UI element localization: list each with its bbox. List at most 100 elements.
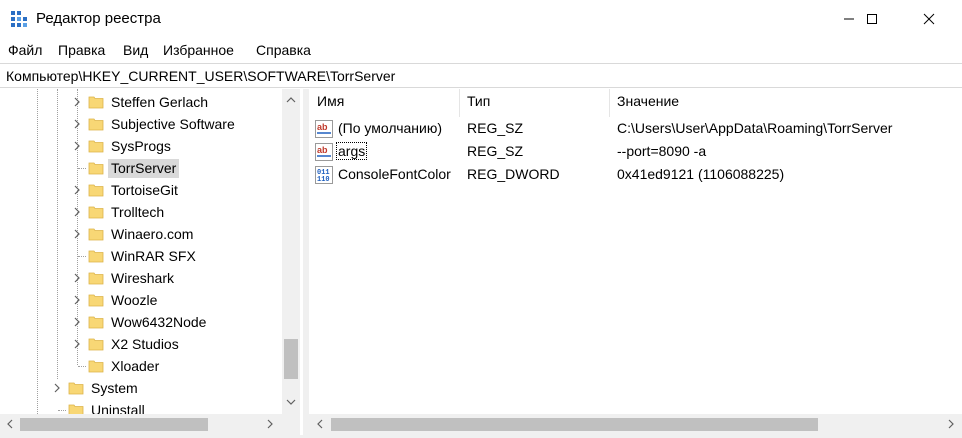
tree-connector	[78, 168, 86, 169]
folder-icon	[88, 360, 104, 373]
chevron-right-icon[interactable]	[72, 316, 82, 328]
value-row[interactable]: 011 110 ConsoleFontColor REG_DWORD 0x41e…	[309, 164, 962, 187]
tree-item[interactable]: TortoiseGit	[0, 179, 282, 201]
tree-item[interactable]: WinRAR SFX	[0, 245, 282, 267]
column-header-data[interactable]: Значение	[617, 93, 679, 117]
menu-favorites[interactable]: Избранное	[163, 42, 234, 58]
menu-bar: Файл Правка Вид Избранное Справка	[0, 38, 962, 62]
value-name[interactable]: ConsoleFontColor	[337, 166, 452, 182]
close-button[interactable]	[906, 0, 952, 38]
tree-item-label[interactable]: Woozle	[108, 291, 160, 310]
tree-item-label[interactable]: Xloader	[108, 357, 162, 376]
value-data: C:\Users\User\AppData\Roaming\TorrServer	[617, 120, 893, 136]
value-row-selected[interactable]: ab args REG_SZ --port=8090 -a	[309, 141, 962, 164]
chevron-right-icon[interactable]	[72, 118, 82, 130]
maximize-icon	[867, 14, 877, 24]
value-type: REG_SZ	[467, 143, 524, 159]
scroll-down-icon[interactable]	[286, 397, 296, 407]
chevron-right-icon[interactable]	[72, 294, 82, 306]
svg-text:ab: ab	[317, 122, 328, 132]
column-divider[interactable]	[609, 89, 610, 117]
values-list[interactable]: Имя Тип Значение ab (По умолчанию) REG_S…	[309, 89, 962, 414]
tree-item-label[interactable]: Steffen Gerlach	[108, 93, 211, 112]
key-tree[interactable]: Steffen Gerlach Subjective Software SysP…	[0, 89, 304, 438]
window-title: Редактор реестра	[36, 10, 161, 27]
value-data: 0x41ed9121 (1106088225)	[617, 166, 785, 182]
tree-item-selected[interactable]: TorrServer	[0, 157, 282, 179]
column-header-type[interactable]: Тип	[467, 93, 490, 117]
tree-vertical-scrollbar[interactable]	[282, 89, 300, 414]
folder-icon	[88, 272, 104, 285]
chevron-right-icon[interactable]	[72, 272, 82, 284]
folder-icon	[88, 338, 104, 351]
tree-item-label[interactable]: Subjective Software	[108, 115, 238, 134]
tree-item-label[interactable]: Wow6432Node	[108, 313, 209, 332]
value-name[interactable]: args	[335, 142, 368, 160]
tree-item[interactable]: Xloader	[0, 355, 282, 377]
close-icon	[923, 13, 935, 25]
menu-help[interactable]: Справка	[256, 42, 311, 58]
tree-horizontal-scrollbar[interactable]	[0, 414, 282, 435]
tree-item[interactable]: Wow6432Node	[0, 311, 282, 333]
column-header-name[interactable]: Имя	[317, 93, 344, 117]
maximize-button[interactable]	[849, 0, 895, 38]
tree-item[interactable]: SysProgs	[0, 135, 282, 157]
chevron-right-icon[interactable]	[72, 96, 82, 108]
tree-item-label[interactable]: Trolltech	[108, 203, 167, 222]
tree-vertical-scroll-thumb[interactable]	[284, 339, 298, 379]
tree-item-label[interactable]: SysProgs	[108, 137, 174, 156]
tree-horizontal-scroll-thumb[interactable]	[20, 418, 208, 431]
column-divider[interactable]	[459, 89, 460, 117]
chevron-right-icon[interactable]	[72, 184, 82, 196]
tree-connector	[58, 410, 66, 411]
scroll-right-icon[interactable]	[946, 419, 956, 429]
title-bar: Редактор реестра	[0, 0, 962, 38]
tree-item-label[interactable]: System	[88, 379, 141, 398]
values-horizontal-scroll-thumb[interactable]	[331, 418, 818, 431]
folder-icon	[88, 118, 104, 131]
values-horizontal-scrollbar[interactable]	[309, 414, 962, 435]
tree-item-label[interactable]: WinRAR SFX	[108, 247, 199, 266]
tree-item[interactable]: Woozle	[0, 289, 282, 311]
scroll-up-icon[interactable]	[286, 95, 296, 105]
tree-item[interactable]: Wireshark	[0, 267, 282, 289]
string-value-icon: ab	[315, 143, 333, 161]
menu-view[interactable]: Вид	[123, 42, 148, 58]
tree-item[interactable]: Trolltech	[0, 201, 282, 223]
address-bar[interactable]: Компьютер\HKEY_CURRENT_USER\SOFTWARE\Tor…	[0, 63, 962, 88]
scroll-right-icon[interactable]	[265, 419, 275, 429]
tree-item-label[interactable]: TorrServer	[108, 159, 180, 178]
tree-item-label[interactable]: Wireshark	[108, 269, 177, 288]
svg-text:110: 110	[317, 176, 330, 184]
chevron-right-icon[interactable]	[52, 382, 62, 394]
tree-item[interactable]: System	[0, 377, 282, 399]
chevron-right-icon[interactable]	[72, 140, 82, 152]
folder-icon	[88, 228, 104, 241]
folder-icon	[88, 206, 104, 219]
folder-icon	[88, 250, 104, 263]
value-type: REG_DWORD	[467, 166, 560, 182]
tree-connector	[78, 366, 86, 367]
value-name[interactable]: (По умолчанию)	[337, 120, 443, 136]
string-value-icon: ab	[315, 120, 333, 138]
folder-icon	[88, 184, 104, 197]
chevron-right-icon[interactable]	[72, 228, 82, 240]
tree-item-label[interactable]: Winaero.com	[108, 225, 196, 244]
address-path[interactable]: Компьютер\HKEY_CURRENT_USER\SOFTWARE\Tor…	[6, 68, 395, 84]
scrollbar-corner	[282, 414, 300, 435]
chevron-right-icon[interactable]	[72, 206, 82, 218]
tree-item-label[interactable]: TortoiseGit	[108, 181, 181, 200]
tree-item[interactable]: Winaero.com	[0, 223, 282, 245]
menu-file[interactable]: Файл	[8, 42, 42, 58]
scroll-left-icon[interactable]	[5, 419, 15, 429]
chevron-right-icon[interactable]	[72, 338, 82, 350]
tree-item-label[interactable]: X2 Studios	[108, 335, 182, 354]
tree-item[interactable]: X2 Studios	[0, 333, 282, 355]
tree-item[interactable]: Subjective Software	[0, 113, 282, 135]
value-row[interactable]: ab (По умолчанию) REG_SZ C:\Users\User\A…	[309, 118, 962, 141]
tree-item[interactable]: Steffen Gerlach	[0, 91, 282, 113]
menu-edit[interactable]: Правка	[58, 42, 105, 58]
folder-icon	[88, 294, 104, 307]
folder-icon	[88, 96, 104, 109]
scroll-left-icon[interactable]	[315, 419, 325, 429]
